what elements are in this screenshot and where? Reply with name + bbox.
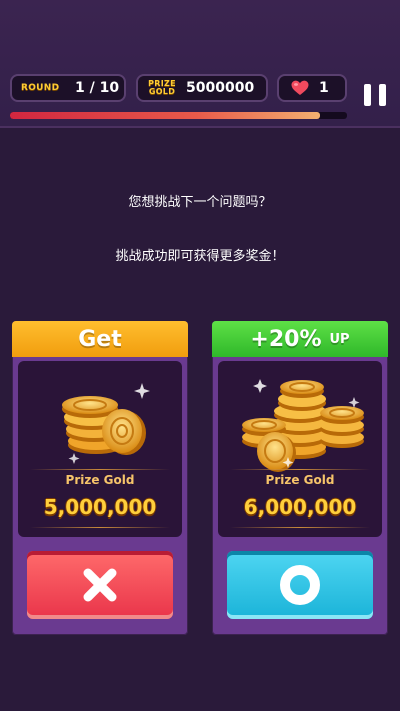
divider [230,469,370,470]
prize-panel: Prize Gold 5,000,000 [18,361,182,537]
bonus-percent: +20% [250,326,322,352]
gold-value: 5000000 [186,80,255,96]
divider [30,527,170,528]
pause-button[interactable] [364,84,386,108]
decline-button[interactable] [27,551,173,619]
prize-gold-caption: Prize Gold [265,473,335,487]
current-prize-amount: 5,000,000 [43,495,157,519]
hud-bar [0,0,400,128]
pause-icon [364,84,371,106]
round-counter: ROUND 1 / 10 [10,74,126,102]
keep-prize-card: Get Prize Gold 5,000,000 [12,321,188,635]
round-value: 1 / 10 [75,80,120,96]
prize-panel: Prize Gold 6,000,000 [218,361,382,537]
prize-gold-caption: Prize Gold [65,473,135,487]
timer-bar [10,112,347,119]
round-label: ROUND [21,83,60,93]
gold-counter: PRIZE GOLD 5000000 [136,74,268,102]
heart-icon [291,80,309,95]
divider [230,527,370,528]
challenge-question: 您想挑战下一个问题吗？ [128,195,272,210]
prize-gold-label-line2: GOLD [148,87,176,96]
lives-value: 1 [319,80,329,96]
challenge-card: +20% UP Prize Gold 6,000,000 [212,321,388,635]
get-header: Get [12,321,188,357]
lives-counter: 1 [277,74,347,102]
pause-icon-bar [379,84,386,106]
o-icon [280,565,320,605]
bonus-header: +20% UP [212,321,388,357]
next-prize-amount: 6,000,000 [243,495,357,519]
timer-bar-fill [10,112,321,119]
gold-coins-icon [62,383,150,464]
divider [30,469,170,470]
bonus-up-label: UP [329,331,350,347]
x-icon [83,568,117,602]
accept-button[interactable] [227,551,373,619]
prize-gold-label: PRIZE GOLD [146,80,178,96]
gold-coins-icon [242,379,364,472]
challenge-hint: 挑战成功即可获得更多奖金！ [115,249,285,264]
